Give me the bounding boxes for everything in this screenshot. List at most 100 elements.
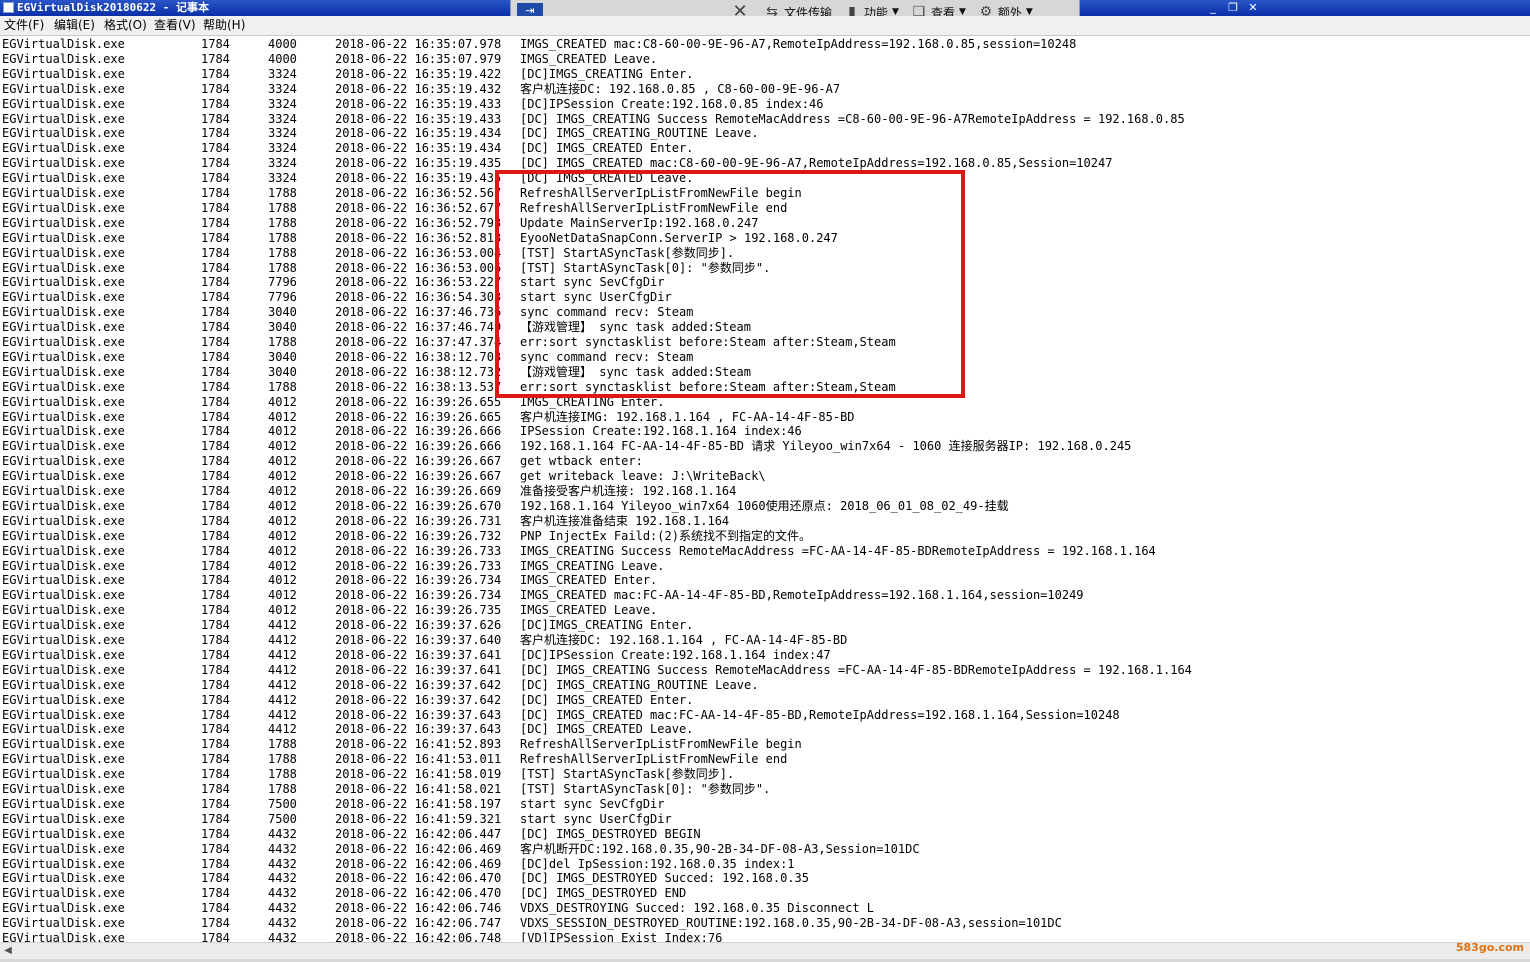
log-pid: 1784: [201, 588, 230, 603]
close-icon[interactable]: ✕: [1246, 2, 1260, 14]
log-line: EGVirtualDisk.exe 1784 4012 2018-06-22 16:3…: [0, 439, 1530, 454]
log-line: EGVirtualDisk.exe 1784 4432 2018-06-22 16:4…: [0, 901, 1530, 916]
log-line: EGVirtualDisk.exe 1784 4000 2018-06-22 16:3…: [0, 37, 1530, 52]
log-pid: 1784: [201, 200, 230, 215]
log-tid: 4012: [268, 558, 297, 573]
log-pid: 1784: [201, 737, 230, 752]
scroll-left-icon[interactable]: ◀: [2, 945, 14, 957]
log-tid: 4012: [268, 454, 297, 469]
log-pid: 1784: [201, 901, 230, 916]
log-process: EGVirtualDisk.exe: [2, 871, 125, 886]
log-timestamp: 2018-06-22 16:36:52.567: [335, 186, 502, 200]
log-pid: 1784: [201, 752, 230, 767]
log-tid: 1788: [268, 245, 297, 260]
minimize-icon[interactable]: _: [1206, 2, 1220, 14]
log-line: EGVirtualDisk.exe 1784 4432 2018-06-22 16:4…: [0, 857, 1530, 872]
log-tid: 3324: [268, 171, 297, 186]
log-process: EGVirtualDisk.exe: [2, 379, 125, 394]
log-line: EGVirtualDisk.exe 1784 4412 2018-06-22 16:3…: [0, 633, 1530, 648]
log-message: [DC]del IpSession:192.168.0.35 index:1: [520, 856, 795, 871]
log-pid: 1784: [201, 394, 230, 409]
log-process: EGVirtualDisk.exe: [2, 290, 125, 305]
log-tid: 7796: [268, 275, 297, 290]
log-message: 客户机连接DC: 192.168.0.85 , C8-60-00-9E-96-A…: [520, 81, 841, 96]
log-tid: 4012: [268, 573, 297, 588]
log-timestamp: 2018-06-22 16:38:12.703: [335, 349, 502, 364]
log-pid: 1784: [201, 245, 230, 260]
log-message: 192.168.1.164 FC-AA-14-4F-85-BD 请求 Yiley…: [520, 439, 1132, 454]
log-pid: 1784: [201, 722, 230, 737]
log-timestamp: 2018-06-22 16:39:26.665: [335, 409, 502, 424]
log-timestamp: 2018-06-22 16:42:06.746: [335, 901, 502, 916]
log-process: EGVirtualDisk.exe: [2, 498, 125, 513]
log-tid: 4432: [268, 841, 297, 856]
log-line: EGVirtualDisk.exe 1784 1788 2018-06-22 16:4…: [0, 767, 1530, 782]
log-process: EGVirtualDisk.exe: [2, 275, 125, 290]
log-process: EGVirtualDisk.exe: [2, 647, 125, 662]
log-message: 192.168.1.164 Yileyoo_win7x64 1060使用还原点:…: [520, 498, 1009, 513]
log-timestamp: 2018-06-22 16:36:53.004: [335, 245, 502, 260]
log-tid: 4432: [268, 871, 297, 886]
log-message: [DC]IMGS_CREATING Enter.: [520, 66, 694, 81]
log-message: IMGS_CREATED Leave.: [520, 603, 658, 618]
horizontal-scrollbar[interactable]: ◀: [0, 942, 1530, 960]
log-tid: 4412: [268, 662, 297, 677]
log-pid: 1784: [201, 558, 230, 573]
log-pid: 1784: [201, 692, 230, 707]
log-process: EGVirtualDisk.exe: [2, 349, 125, 364]
menu-edit[interactable]: 编辑(E): [54, 18, 95, 32]
log-pid: 1784: [201, 484, 230, 498]
log-process: EGVirtualDisk.exe: [2, 677, 125, 692]
log-process: EGVirtualDisk.exe: [2, 543, 125, 558]
menu-file[interactable]: 文件(F): [4, 18, 44, 32]
log-line: EGVirtualDisk.exe 1784 3324 2018-06-22 16:3…: [0, 97, 1530, 112]
log-process: EGVirtualDisk.exe: [2, 856, 125, 871]
log-tid: 3040: [268, 364, 297, 379]
log-pid: 1784: [201, 513, 230, 528]
log-process: EGVirtualDisk.exe: [2, 81, 125, 96]
log-timestamp: 2018-06-22 16:39:26.734: [335, 588, 502, 603]
log-process: EGVirtualDisk.exe: [2, 573, 125, 588]
log-pid: 1784: [201, 275, 230, 290]
log-timestamp: 2018-06-22 16:39:37.642: [335, 677, 502, 692]
log-message: IMGS_CREATED mac:C8-60-00-9E-96-A7,Remot…: [520, 37, 1077, 51]
log-pid: 1784: [201, 543, 230, 558]
log-timestamp: 2018-06-22 16:39:37.640: [335, 633, 502, 647]
log-process: EGVirtualDisk.exe: [2, 111, 125, 126]
log-message: [DC] IMGS_CREATING_ROUTINE Leave.: [520, 126, 759, 141]
log-timestamp: 2018-06-22 16:41:53.011: [335, 752, 502, 767]
log-tid: 4012: [268, 528, 297, 543]
log-process: EGVirtualDisk.exe: [2, 439, 125, 454]
log-timestamp: 2018-06-22 16:36:52.677: [335, 200, 502, 215]
restore-icon[interactable]: ❐: [1226, 2, 1240, 14]
log-tid: 4412: [268, 692, 297, 707]
log-line: EGVirtualDisk.exe 1784 4412 2018-06-22 16:3…: [0, 708, 1530, 723]
log-line: EGVirtualDisk.exe 1784 4412 2018-06-22 16:3…: [0, 693, 1530, 708]
log-process: EGVirtualDisk.exe: [2, 66, 125, 81]
log-process: EGVirtualDisk.exe: [2, 618, 125, 633]
log-tid: 4412: [268, 618, 297, 633]
menu-view[interactable]: 查看(V): [154, 18, 196, 32]
log-line: EGVirtualDisk.exe 1784 4012 2018-06-22 16:3…: [0, 529, 1530, 544]
log-pid: 1784: [201, 439, 230, 454]
log-tid: 7796: [268, 290, 297, 305]
log-tid: 4432: [268, 886, 297, 901]
menu-help[interactable]: 帮助(H): [203, 18, 245, 32]
log-tid: 4000: [268, 51, 297, 66]
log-line: EGVirtualDisk.exe 1784 4432 2018-06-22 16:4…: [0, 931, 1530, 942]
log-timestamp: 2018-06-22 16:39:37.643: [335, 722, 502, 737]
log-tid: 3324: [268, 126, 297, 141]
log-process: EGVirtualDisk.exe: [2, 141, 125, 156]
log-timestamp: 2018-06-22 16:36:52.793: [335, 215, 502, 230]
log-tid: 1788: [268, 186, 297, 200]
log-tid: 4432: [268, 916, 297, 931]
menu-format[interactable]: 格式(O): [104, 18, 147, 32]
log-process: EGVirtualDisk.exe: [2, 826, 125, 841]
log-timestamp: 2018-06-22 16:39:26.666: [335, 439, 502, 454]
log-process: EGVirtualDisk.exe: [2, 37, 125, 51]
log-pid: 1784: [201, 260, 230, 275]
log-timestamp: 2018-06-22 16:39:26.733: [335, 543, 502, 558]
log-message: VDXS_DESTROYING Succed: 192.168.0.35 Dis…: [520, 901, 875, 916]
log-message: get wtback enter:: [520, 454, 643, 469]
log-line: EGVirtualDisk.exe 1784 4012 2018-06-22 16:3…: [0, 559, 1530, 574]
